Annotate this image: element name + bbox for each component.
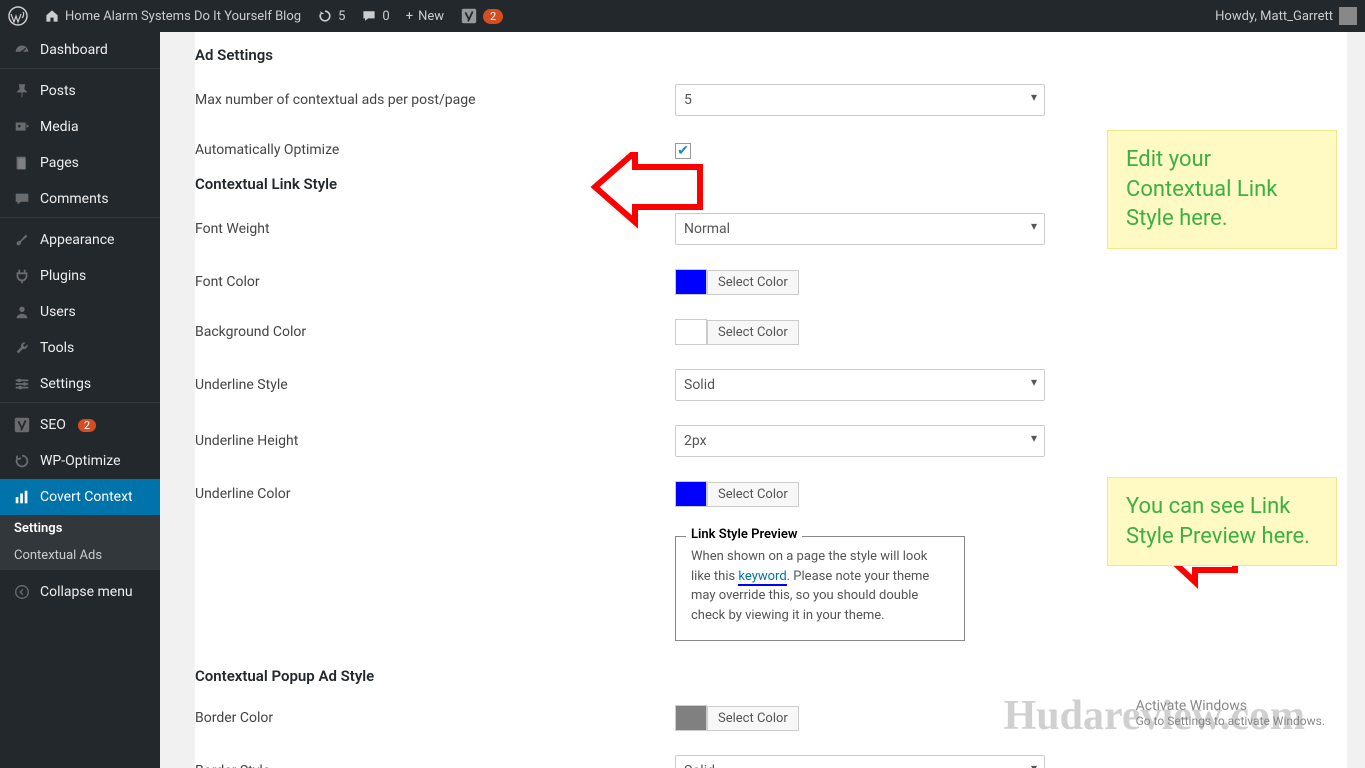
sidebar-item-wpoptimize[interactable]: WP-Optimize <box>0 443 160 479</box>
ad-settings-heading: Ad Settings <box>195 42 1347 72</box>
brush-icon <box>12 230 32 250</box>
underline-height-select[interactable]: 2px <box>675 425 1045 457</box>
comments-link[interactable]: 0 <box>353 0 397 32</box>
underline-color-swatch[interactable] <box>675 481 707 507</box>
wrench-icon <box>12 338 32 358</box>
bg-color-button[interactable]: Select Color <box>707 320 799 345</box>
preview-keyword: keyword <box>738 569 786 586</box>
comment-icon <box>12 189 32 209</box>
sidebar-item-settings[interactable]: Settings <box>0 366 160 402</box>
border-color-button[interactable]: Select Color <box>707 706 799 731</box>
font-color-swatch[interactable] <box>675 269 707 295</box>
new-link[interactable]: + New <box>398 0 452 32</box>
sidebar-item-covert-context[interactable]: Covert Context <box>0 479 160 515</box>
wp-logo[interactable] <box>0 0 36 32</box>
bg-color-swatch[interactable] <box>675 319 707 345</box>
sidebar-item-users[interactable]: Users <box>0 294 160 330</box>
collapse-menu[interactable]: Collapse menu <box>0 574 160 610</box>
sidebar-item-seo[interactable]: SEO2 <box>0 407 160 443</box>
plus-icon: + <box>406 9 413 24</box>
site-link[interactable]: Home Alarm Systems Do It Yourself Blog <box>36 0 309 32</box>
sidebar-item-pages[interactable]: Pages <box>0 145 160 181</box>
site-title: Home Alarm Systems Do It Yourself Blog <box>65 9 301 24</box>
yoast-icon <box>12 415 32 435</box>
sliders-icon <box>12 374 32 394</box>
collapse-icon <box>12 582 32 602</box>
submenu-contextual-ads[interactable]: Contextual Ads <box>0 542 160 569</box>
border-color-label: Border Color <box>195 710 675 726</box>
admin-toolbar: Home Alarm Systems Do It Yourself Blog 5… <box>0 0 1365 32</box>
pin-icon <box>12 81 32 101</box>
refresh-icon <box>12 451 32 471</box>
plug-icon <box>12 266 32 286</box>
sidebar-item-dashboard[interactable]: Dashboard <box>0 32 160 68</box>
max-ads-label: Max number of contextual ads per post/pa… <box>195 92 675 108</box>
admin-sidebar: Dashboard Posts Media Pages Comments App… <box>0 32 160 768</box>
border-style-select[interactable]: Solid <box>675 755 1045 768</box>
sidebar-item-posts[interactable]: Posts <box>0 73 160 109</box>
user-icon <box>12 302 32 322</box>
font-color-label: Font Color <box>195 274 675 290</box>
bg-color-label: Background Color <box>195 324 675 340</box>
underline-style-select[interactable]: Solid <box>675 369 1045 401</box>
page-icon <box>12 153 32 173</box>
update-icon <box>317 8 333 24</box>
yoast-link[interactable]: 2 <box>452 0 511 32</box>
underline-style-label: Underline Style <box>195 377 675 393</box>
underline-color-label: Underline Color <box>195 486 675 502</box>
font-weight-select[interactable]: Normal <box>675 213 1045 245</box>
user-menu[interactable]: Howdy, Matt_Garrett <box>1215 7 1365 25</box>
yoast-icon <box>460 7 478 25</box>
sidebar-item-media[interactable]: Media <box>0 109 160 145</box>
font-color-button[interactable]: Select Color <box>707 270 799 295</box>
border-style-label: Border Style <box>195 763 675 768</box>
comment-icon <box>361 8 377 24</box>
callout-preview: You can see Link Style Preview here. <box>1107 477 1337 566</box>
underline-height-label: Underline Height <box>195 433 675 449</box>
chart-icon <box>12 487 32 507</box>
sidebar-item-tools[interactable]: Tools <box>0 330 160 366</box>
updates-link[interactable]: 5 <box>309 0 353 32</box>
main-content: Ad Settings Max number of contextual ads… <box>160 32 1365 768</box>
arrow-annotation-1 <box>580 152 710 232</box>
sidebar-item-plugins[interactable]: Plugins <box>0 258 160 294</box>
border-color-swatch[interactable] <box>675 705 707 731</box>
home-icon <box>44 8 60 24</box>
underline-color-button[interactable]: Select Color <box>707 482 799 507</box>
popup-ad-style-heading: Contextual Popup Ad Style <box>195 663 1347 693</box>
dashboard-icon <box>12 40 32 60</box>
avatar <box>1339 7 1357 25</box>
link-style-preview: Link Style Preview When shown on a page … <box>675 536 965 641</box>
sidebar-item-appearance[interactable]: Appearance <box>0 222 160 258</box>
max-ads-select[interactable]: 5 <box>675 84 1045 116</box>
submenu-settings[interactable]: Settings <box>0 515 160 542</box>
media-icon <box>12 117 32 137</box>
callout-edit-style: Edit your Contextual Link Style here. <box>1107 130 1337 249</box>
sidebar-item-comments[interactable]: Comments <box>0 181 160 217</box>
